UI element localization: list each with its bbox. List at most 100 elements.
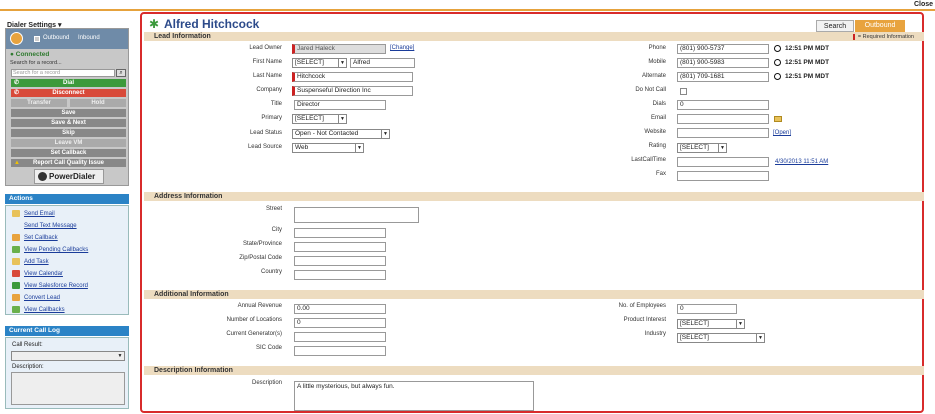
last-call-input[interactable] xyxy=(677,157,769,167)
revenue-input[interactable]: 0.00 xyxy=(294,304,386,314)
state-input[interactable] xyxy=(294,242,386,252)
product-interest-label: Product Interest xyxy=(623,317,666,323)
city-input[interactable] xyxy=(294,228,386,238)
action-view-callbacks[interactable]: View Callbacks xyxy=(12,306,65,316)
leave-vm-button[interactable]: Leave VM xyxy=(11,139,126,147)
country-input[interactable] xyxy=(294,270,386,280)
owner-field: Jared Haleck xyxy=(292,44,386,54)
action-view-pending[interactable]: View Pending Callbacks xyxy=(12,246,88,256)
alternate-input[interactable]: (801) 709-1681 xyxy=(677,72,769,82)
do-not-call-checkbox[interactable] xyxy=(680,88,687,95)
dial-button[interactable]: ✆ Dial xyxy=(11,79,126,87)
first-name-input[interactable]: Alfred xyxy=(350,58,415,68)
powerdialer-brand: PowerDialer xyxy=(49,172,96,181)
view-callbacks-link[interactable]: View Callbacks xyxy=(24,307,65,313)
last-name-input[interactable]: Hitchcock xyxy=(292,72,413,82)
primary-value: [SELECT] xyxy=(295,115,324,122)
report-issue-button[interactable]: ▲ Report Call Quality Issue xyxy=(11,159,126,167)
envelope-icon[interactable] xyxy=(774,116,782,122)
set-callback-link[interactable]: Set Callback xyxy=(24,235,58,241)
street-textarea[interactable] xyxy=(294,207,419,223)
company-label: Company xyxy=(256,87,282,93)
convert-icon xyxy=(12,294,20,301)
fax-input[interactable] xyxy=(677,171,769,181)
lead-source-label: Lead Source xyxy=(247,144,282,150)
email-input[interactable] xyxy=(677,114,769,124)
set-callback-button[interactable]: Set Callback xyxy=(11,149,126,157)
title-label: Title xyxy=(270,101,282,107)
call-result-select[interactable]: ▼ xyxy=(11,351,125,361)
save-button[interactable]: Save xyxy=(11,109,126,117)
outbound-tab[interactable]: Outbound xyxy=(43,35,69,41)
tab-search[interactable]: Search xyxy=(816,20,854,32)
last-call-value-link[interactable]: 4/30/2013 11:51 AM xyxy=(775,159,828,165)
dialer-panel: Outbound Inbound ● Connected Search for … xyxy=(5,28,129,186)
lead-source-select[interactable]: Web ▼ xyxy=(292,143,364,153)
sic-input[interactable] xyxy=(294,346,386,356)
action-send-text[interactable]: Send Text Message xyxy=(12,222,77,232)
action-send-email[interactable]: Send Email xyxy=(12,210,55,220)
locations-input[interactable]: 0 xyxy=(294,318,386,328)
website-input[interactable] xyxy=(677,128,769,138)
chevron-down-icon: ▼ xyxy=(756,334,764,342)
revenue-label: Annual Revenue xyxy=(237,303,282,309)
call-description-textarea[interactable] xyxy=(11,372,125,405)
view-calendar-link[interactable]: View Calendar xyxy=(24,271,63,277)
hold-button[interactable]: Hold xyxy=(70,99,126,107)
change-owner-link[interactable]: [Change] xyxy=(390,45,414,51)
record-search-input[interactable]: Search for a record xyxy=(11,69,115,77)
search-icon[interactable]: ⌕ xyxy=(116,69,126,77)
salutation-select[interactable]: [SELECT] ▼ xyxy=(292,58,347,68)
disconnect-button[interactable]: ✆ Disconnect xyxy=(11,89,126,97)
add-task-link[interactable]: Add Task xyxy=(24,259,49,265)
rating-label: Rating xyxy=(648,143,666,149)
open-website-link[interactable]: [Open] xyxy=(773,130,791,136)
send-text-link[interactable]: Send Text Message xyxy=(24,223,77,229)
tab-outbound[interactable]: Outbound xyxy=(855,20,905,32)
action-view-calendar[interactable]: View Calendar xyxy=(12,270,63,280)
generator-input[interactable] xyxy=(294,332,386,342)
title-input[interactable]: Director xyxy=(294,100,386,110)
lead-status-select[interactable]: Open - Not Contacted ▼ xyxy=(292,129,390,139)
required-marker-icon xyxy=(852,33,855,40)
dialer-tabs: Outbound Inbound xyxy=(6,29,128,49)
mobile-local-time: 12:51 PM MDT xyxy=(774,59,829,66)
primary-label: Primary xyxy=(261,115,282,121)
description-textarea[interactable]: A little mysterious, but always fun. xyxy=(294,381,534,411)
view-pending-link[interactable]: View Pending Callbacks xyxy=(24,247,88,253)
user-icon xyxy=(10,32,23,45)
convert-lead-link[interactable]: Convert Lead xyxy=(24,295,60,301)
callbacks-icon xyxy=(12,306,20,313)
phone-label: Phone xyxy=(648,45,666,51)
company-input[interactable]: Suspenseful Direction Inc xyxy=(292,86,413,96)
chevron-down-icon: ▼ xyxy=(338,59,346,67)
save-next-button[interactable]: Save & Next xyxy=(11,119,126,127)
industry-select[interactable]: [SELECT] ▼ xyxy=(677,333,765,343)
phone-input[interactable]: (801) 900-5737 xyxy=(677,44,769,54)
zip-input[interactable] xyxy=(294,256,386,266)
action-view-record[interactable]: View Salesforce Record xyxy=(12,282,88,292)
close-link[interactable]: Close xyxy=(914,1,933,8)
product-interest-select[interactable]: [SELECT] ▼ xyxy=(677,319,745,329)
mobile-input[interactable]: (801) 900-5983 xyxy=(677,58,769,68)
phone-icon: ✆ xyxy=(14,80,20,86)
record-icon xyxy=(12,282,20,289)
action-add-task[interactable]: Add Task xyxy=(12,258,49,268)
action-convert-lead[interactable]: Convert Lead xyxy=(12,294,60,304)
description-information-header: Description Information xyxy=(144,366,924,375)
street-label: Street xyxy=(265,206,282,212)
outbound-radio[interactable] xyxy=(34,36,40,42)
transfer-button[interactable]: Transfer xyxy=(11,99,67,107)
inbound-tab[interactable]: Inbound xyxy=(78,35,100,41)
view-record-link[interactable]: View Salesforce Record xyxy=(24,283,88,289)
employees-input[interactable]: 0 xyxy=(677,304,737,314)
action-set-callback[interactable]: Set Callback xyxy=(12,234,58,244)
send-email-link[interactable]: Send Email xyxy=(24,211,55,217)
owner-label: Lead Owner xyxy=(249,45,282,51)
connection-status-label: Connected xyxy=(15,51,50,58)
dials-input[interactable]: 0 xyxy=(677,100,769,110)
rating-select[interactable]: [SELECT] ▼ xyxy=(677,143,727,153)
primary-select[interactable]: [SELECT] ▼ xyxy=(292,114,347,124)
skip-button[interactable]: Skip xyxy=(11,129,126,137)
chevron-down-icon: ▼ xyxy=(718,144,726,152)
